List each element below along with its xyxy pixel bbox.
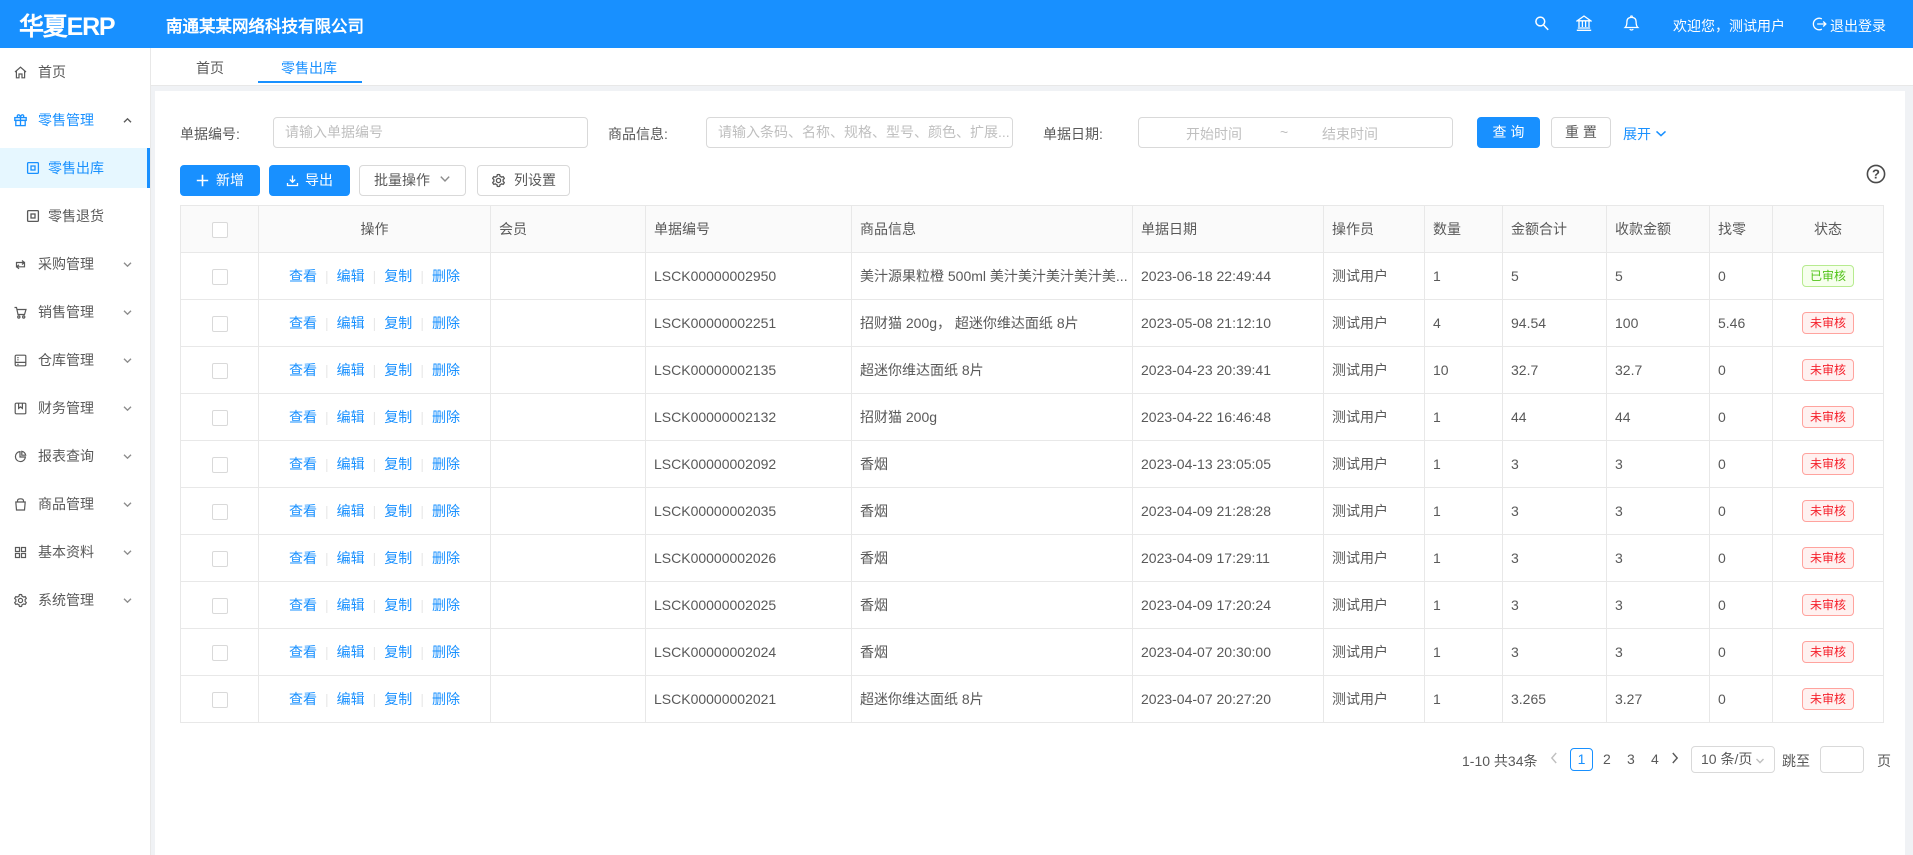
svg-text:?: ? bbox=[1872, 167, 1880, 182]
